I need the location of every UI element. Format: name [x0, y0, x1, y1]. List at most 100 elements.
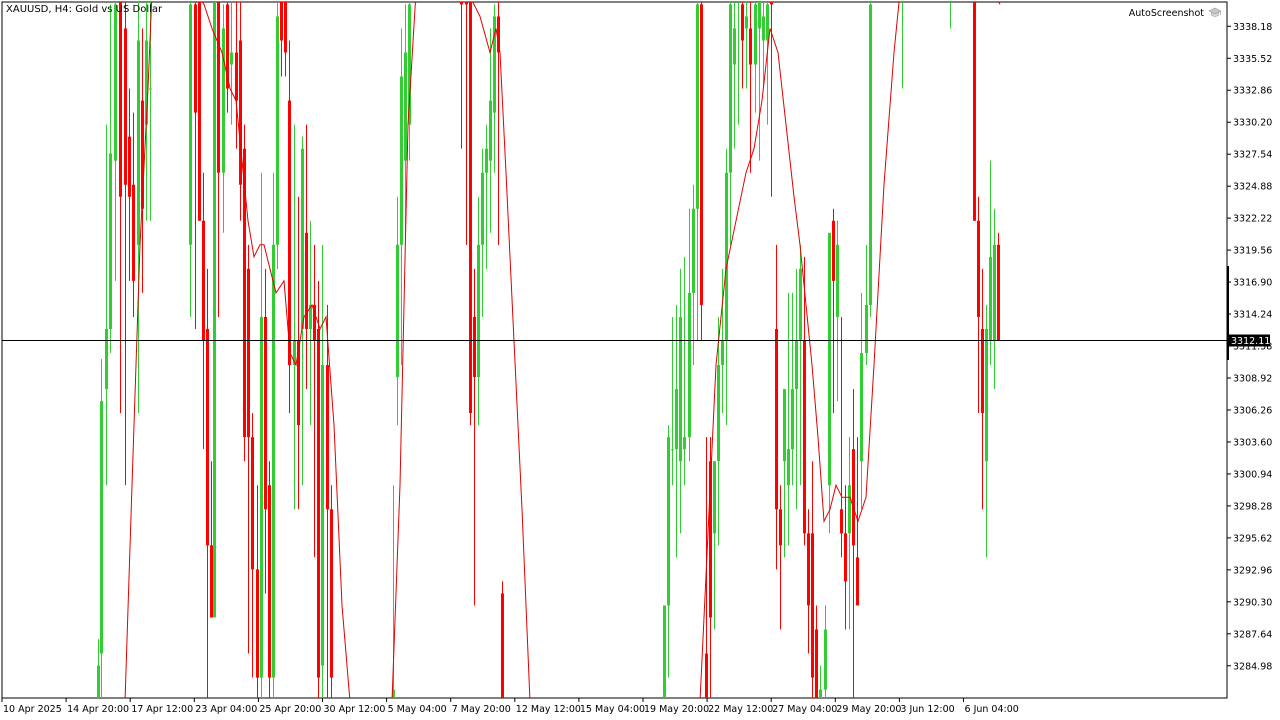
symbol-label: XAUUSD, H4: Gold vs US Dollar: [6, 4, 162, 15]
candle-body: [326, 365, 329, 510]
candle-body: [754, 4, 757, 65]
candle-body: [725, 172, 728, 341]
candle-body: [100, 401, 103, 654]
bull-candle: [679, 268, 682, 534]
bull-candle: [860, 292, 863, 510]
time-tick-label: 6 Jun 04:00: [965, 704, 1019, 715]
candle-body: [749, 28, 752, 65]
candle-body: [230, 52, 233, 65]
bear-candle: [202, 172, 205, 450]
bull-candle: [301, 136, 304, 486]
bear-candle: [326, 304, 329, 698]
candle-body: [679, 316, 682, 462]
candle-body: [696, 4, 699, 209]
candle-body: [321, 365, 324, 666]
bull-candle: [733, 2, 736, 149]
bull-candle: [754, 2, 757, 113]
bull-candle: [791, 292, 794, 486]
candle-body: [501, 593, 504, 698]
time-tick-label: 30 Apr 12:00: [324, 704, 386, 715]
autoscreenshot-label: AutoScreenshot: [1128, 7, 1204, 19]
candle-body: [280, 2, 283, 41]
candle-body: [745, 16, 748, 29]
bull-candle: [795, 268, 798, 510]
bull-candle: [819, 665, 822, 698]
time-tick-label: 25 Apr 20:00: [259, 704, 321, 715]
price-tick-label: 3303.60: [1233, 437, 1272, 448]
candle-body: [288, 100, 291, 366]
candle-body: [235, 52, 238, 101]
symbol-description: Gold vs US Dollar: [75, 4, 163, 15]
bull-candle: [725, 148, 728, 426]
time-tick-label: 7 May 20:00: [452, 704, 511, 715]
bear-candle: [469, 2, 472, 426]
candle-body: [733, 28, 736, 65]
bear-candle: [840, 316, 843, 558]
candle-body: [284, 2, 287, 53]
bull-candle: [114, 2, 117, 281]
candle-body: [210, 545, 213, 618]
bull-candle: [97, 639, 100, 698]
candle-body: [477, 244, 480, 378]
bear-candle: [141, 28, 144, 293]
bull-candle: [783, 389, 786, 558]
candle-body: [317, 328, 320, 678]
bull-candle: [758, 2, 761, 161]
bear-candle: [280, 2, 283, 77]
current-price-tag-label: 3312.11: [1231, 336, 1270, 347]
price-chart[interactable]: 3338.18 3335.52 3332.86 3330.20 3327.54 3324.…: [0, 0, 1280, 720]
bear-candle: [194, 2, 197, 329]
time-tick-label: 3 Jun 12:00: [900, 704, 954, 715]
candle-body: [217, 2, 220, 173]
candle-body: [848, 485, 851, 534]
candle-body: [675, 389, 678, 450]
bear-candle: [198, 2, 201, 221]
candle-body: [301, 148, 304, 329]
candle-body: [149, 88, 152, 90]
bull-candle: [309, 220, 312, 426]
plot-area-border: [1, 1, 1228, 699]
candle-body: [840, 509, 843, 534]
price-tick-label: 3316.90: [1233, 278, 1272, 289]
candle-body: [741, 4, 744, 41]
bull-candle: [869, 2, 872, 317]
candle-body: [404, 52, 407, 161]
time-tick-label: 10 Apr 2025: [3, 704, 62, 715]
bull-candle: [688, 208, 691, 462]
bear-candle: [119, 2, 122, 414]
bear-candle: [268, 461, 271, 698]
candle-body: [469, 2, 472, 414]
candle-body: [251, 437, 254, 570]
bull-candle: [745, 2, 748, 89]
bear-candle: [775, 244, 778, 570]
price-tick-label: 3287.64: [1233, 629, 1272, 640]
bull-candle: [260, 172, 263, 698]
time-tick-label: 5 May 04:00: [388, 704, 447, 715]
bear-candle: [330, 485, 333, 698]
bear-candle: [305, 124, 308, 390]
candle-body: [787, 449, 790, 486]
bear-candle: [973, 2, 976, 221]
bull-candle: [272, 172, 275, 698]
bull-candle: [481, 148, 484, 317]
bear-candle: [313, 244, 316, 558]
autoscreenshot-button[interactable]: AutoScreenshot: [1129, 7, 1222, 19]
candle-body: [692, 208, 695, 293]
bear-candle: [239, 2, 242, 221]
candle-body: [717, 365, 720, 462]
bear-candle: [779, 485, 782, 630]
candle-body: [832, 220, 835, 281]
time-tick-label: 22 May 12:00: [708, 704, 773, 715]
bull-candle: [989, 160, 992, 366]
candle-body: [973, 2, 976, 221]
candle-body: [198, 2, 201, 221]
candle-body: [791, 389, 794, 450]
candle-body: [729, 4, 732, 173]
price-tick-label: 3332.86: [1233, 86, 1272, 97]
bear-candle: [473, 268, 476, 606]
candle-body: [803, 340, 806, 534]
candle-body: [481, 172, 484, 245]
candle-body: [856, 557, 859, 606]
bear-candle: [465, 2, 468, 245]
price-tick-label: 3308.92: [1233, 374, 1272, 385]
